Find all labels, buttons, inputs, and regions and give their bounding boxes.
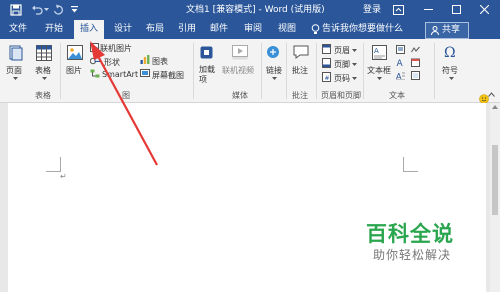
annotation-arrow [90,41,158,166]
